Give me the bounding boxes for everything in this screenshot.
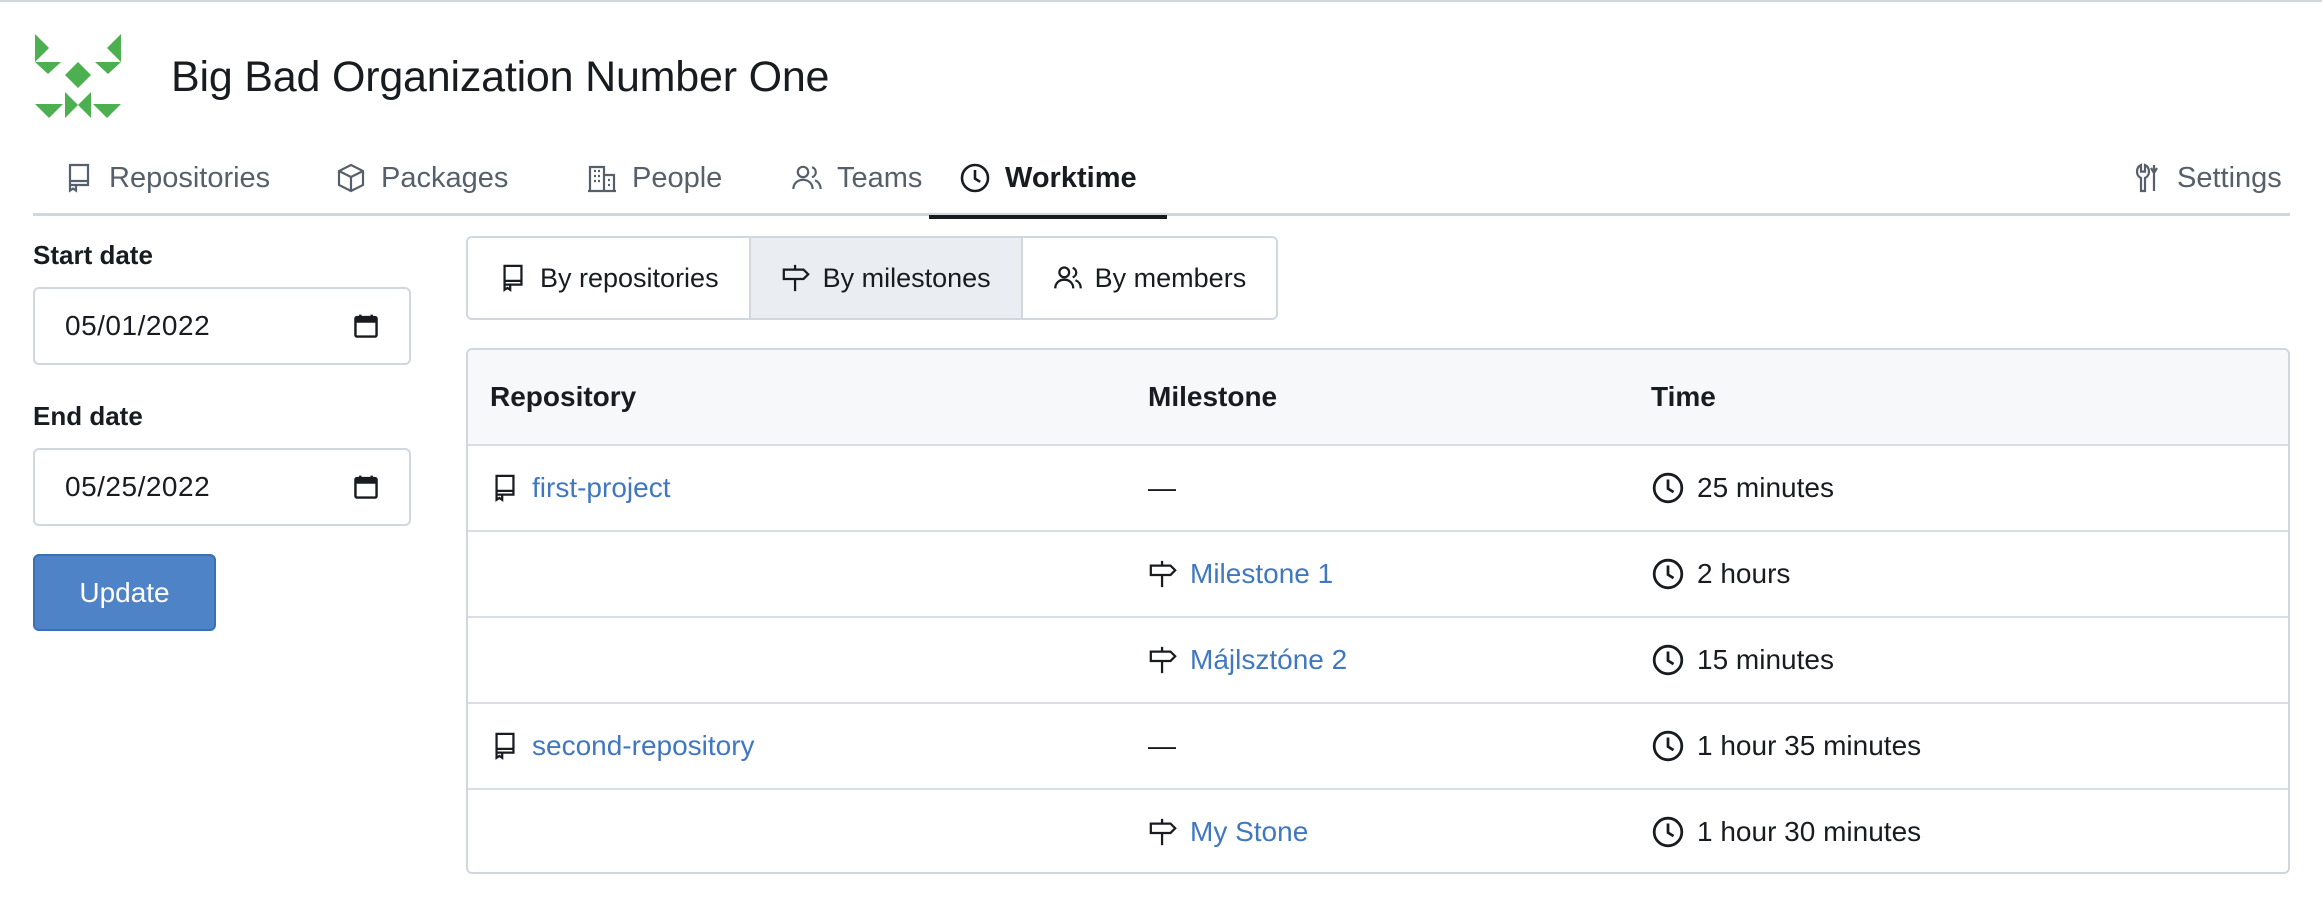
repository-cell: second-repository	[490, 704, 755, 788]
header-milestone: Milestone	[1148, 381, 1278, 412]
tab-worktime[interactable]: Worktime	[929, 140, 1167, 219]
time-cell: 2 hours	[1651, 532, 1790, 616]
top-border	[0, 0, 2322, 2]
view-by-milestones[interactable]: By milestones	[750, 238, 1023, 318]
time-value: 1 hour 30 minutes	[1697, 816, 1922, 847]
table-row: Májlsztóne 2 15 minutes	[468, 616, 2288, 702]
milestone-icon	[1149, 646, 1177, 674]
milestone-cell: —	[1148, 446, 1176, 530]
tab-label: Teams	[837, 161, 923, 194]
table-header-row: Repository Milestone Time	[468, 350, 2288, 444]
table-row: My Stone 1 hour 30 minutes	[468, 788, 2288, 872]
tab-label: Repositories	[109, 161, 271, 194]
calendar-icon[interactable]	[353, 474, 379, 500]
end-date-input[interactable]: 05/25/2022	[33, 448, 411, 526]
view-by-members[interactable]: By members	[1022, 238, 1277, 318]
org-header: Big Bad Organization Number One	[33, 32, 829, 122]
people-icon	[792, 165, 822, 190]
milestone-cell: Májlsztóne 2	[1148, 618, 1347, 702]
org-nav-tabs: Repositories Packages People Teams Workt…	[33, 140, 2290, 219]
end-date-value: 05/25/2022	[65, 471, 211, 502]
worktime-table: Repository Milestone Time first-project …	[466, 348, 2290, 874]
people-icon	[1053, 266, 1082, 289]
header-repository: Repository	[490, 381, 637, 412]
milestone-none: —	[1148, 730, 1176, 761]
table-row: first-project — 25 minutes	[468, 444, 2288, 530]
repo-icon	[495, 732, 515, 760]
clock-icon	[1652, 558, 1684, 590]
clock-icon	[1652, 472, 1684, 504]
org-logo-icon	[35, 34, 121, 118]
tab-people[interactable]: People	[556, 140, 752, 216]
view-label: By milestones	[822, 262, 991, 293]
milestone-icon	[782, 264, 810, 292]
calendar-icon[interactable]	[353, 313, 379, 339]
repo-icon	[503, 264, 523, 292]
repository-link[interactable]: first-project	[532, 472, 670, 504]
start-date-value: 05/01/2022	[65, 310, 211, 341]
tab-label: Worktime	[1005, 161, 1137, 194]
view-switcher: By repositories By milestones By members	[466, 236, 1279, 320]
repo-icon	[68, 163, 90, 193]
time-value: 1 hour 35 minutes	[1697, 730, 1922, 761]
tools-icon	[2135, 163, 2158, 193]
start-date-label: Start date	[33, 240, 153, 270]
tab-label: Settings	[2177, 161, 2282, 194]
repository-link[interactable]: second-repository	[532, 730, 755, 762]
repo-icon	[495, 474, 515, 502]
update-button[interactable]: Update	[33, 554, 216, 631]
end-date-label: End date	[33, 401, 143, 431]
package-icon	[337, 163, 365, 193]
milestone-none: —	[1148, 472, 1176, 503]
view-label: By repositories	[540, 262, 719, 293]
clock-icon	[1652, 816, 1684, 848]
milestone-cell: —	[1148, 704, 1176, 788]
time-cell: 25 minutes	[1651, 446, 1834, 530]
clock-icon	[1652, 730, 1684, 762]
time-cell: 15 minutes	[1651, 618, 1834, 702]
view-by-repositories[interactable]: By repositories	[468, 238, 751, 318]
organization-icon	[588, 165, 616, 193]
time-cell: 1 hour 30 minutes	[1651, 790, 1922, 872]
clock-icon	[960, 163, 990, 193]
tab-teams[interactable]: Teams	[761, 140, 952, 216]
view-label: By members	[1094, 262, 1247, 293]
milestone-icon	[1149, 560, 1177, 588]
milestone-cell: My Stone	[1148, 790, 1308, 872]
table-row: Milestone 1 2 hours	[468, 530, 2288, 616]
date-filter-form: Start date 05/01/2022 End date 05/25/202…	[33, 240, 411, 631]
repository-cell: first-project	[490, 446, 670, 530]
milestone-cell: Milestone 1	[1148, 532, 1333, 616]
clock-icon	[1652, 644, 1684, 676]
tab-packages[interactable]: Packages	[305, 140, 538, 216]
tab-settings[interactable]: Settings	[2101, 140, 2312, 216]
time-value: 15 minutes	[1697, 644, 1834, 675]
time-value: 25 minutes	[1697, 472, 1834, 503]
milestone-link[interactable]: Milestone 1	[1190, 558, 1333, 590]
milestone-link[interactable]: Májlsztóne 2	[1190, 644, 1347, 676]
table-row: second-repository — 1 hour 35 minutes	[468, 702, 2288, 788]
milestone-link[interactable]: My Stone	[1190, 816, 1308, 848]
tab-label: People	[632, 161, 723, 194]
tab-repositories[interactable]: Repositories	[33, 140, 300, 216]
time-value: 2 hours	[1697, 558, 1791, 589]
start-date-input[interactable]: 05/01/2022	[33, 287, 411, 365]
tab-label: Packages	[381, 161, 509, 194]
header-time: Time	[1651, 381, 1716, 412]
milestone-icon	[1149, 818, 1177, 846]
org-name: Big Bad Organization Number One	[171, 52, 830, 101]
time-cell: 1 hour 35 minutes	[1651, 704, 1921, 788]
